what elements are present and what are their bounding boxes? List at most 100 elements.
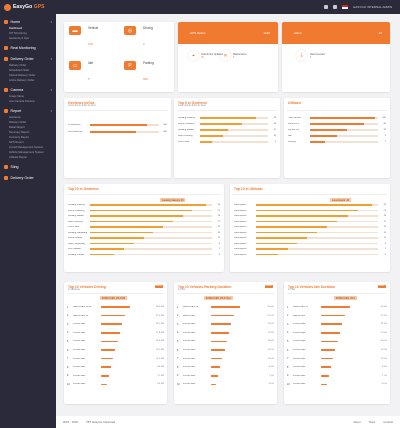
sidebar-section-label: Real Monitoring <box>10 46 36 50</box>
card-subtitle: Lorem ipsum dolor sit amet <box>178 105 206 107</box>
footer-link-team[interactable]: Team <box>369 420 376 424</box>
bar-fill <box>310 141 325 143</box>
sidebar-subitem[interactable]: Live Camera Preview <box>0 99 56 104</box>
card-title: Top 10 Vehicles Parking Duration <box>178 285 232 289</box>
sidebar-section-4[interactable]: Report ▾ <box>0 107 56 115</box>
footer-link-contact[interactable]: Contact <box>383 420 393 424</box>
user-menu[interactable]: EASYGO INTERNAL ADMIN <box>353 5 392 9</box>
bar-value: 10 <box>273 135 276 137</box>
footer-link-about[interactable]: About <box>353 420 360 424</box>
bar-track <box>90 248 212 250</box>
sidebar-section-2[interactable]: Delivery Order ▾ <box>0 55 56 63</box>
vehicle-plate: B 9513 KEV <box>73 349 86 351</box>
sidebar-section-6[interactable]: Delivery Order <box>0 174 56 182</box>
notification-icon[interactable] <box>324 5 329 9</box>
stat-value: 500 <box>143 77 149 81</box>
rank-bar <box>321 357 333 360</box>
bar-row: Gudang Cakung 24 <box>68 203 220 207</box>
brand-suffix: GPS <box>33 4 45 10</box>
bar-row: Loremipsum 21 <box>234 209 386 213</box>
chevron-down-icon: ▾ <box>50 20 52 24</box>
rank-value: 19.1 H <box>267 323 274 326</box>
rank-number: 7 <box>287 357 289 361</box>
sidebar-section-0[interactable]: Home ▾ <box>0 18 56 26</box>
rank-value: 25.4 KM <box>155 306 164 308</box>
bar-value: 13 <box>217 231 220 234</box>
bar-value: 15 <box>217 226 220 228</box>
rank-bar <box>321 332 340 334</box>
gps-item-label: Vehicle Not Updated <box>201 53 223 56</box>
vehicle-plate: B 9513 KEV <box>293 323 306 326</box>
vehicle-plate: B 9513 KEV <box>73 374 86 377</box>
card-title: Top 10 in Utilisasi <box>234 187 263 191</box>
rank-bar <box>101 340 118 343</box>
bar-row: Gudang Cikupa 5 <box>68 253 220 257</box>
bar-label: Loremipsum <box>234 242 247 245</box>
rank-bar <box>211 332 229 334</box>
sidebar-subitem[interactable]: Utilisasi Report <box>0 155 56 160</box>
rank-bar <box>211 314 235 317</box>
period-dropdown[interactable]: Month <box>377 285 386 288</box>
bar-row: Loremipsum 15 <box>234 225 386 229</box>
bar-fill <box>90 231 154 234</box>
rank-value: 13.2 H <box>380 349 387 351</box>
sidebar-section-1[interactable]: Real Monitoring <box>0 44 56 52</box>
gps-item-value: 5 <box>233 56 235 59</box>
rank-number: 6 <box>177 348 179 352</box>
bar-value: 2 <box>384 141 386 143</box>
alarm-value: 25 <box>378 31 382 35</box>
bar-track <box>310 135 378 137</box>
rank-value: 13.2 H <box>267 349 274 351</box>
rank-value: 19.1 KM <box>155 323 164 326</box>
bar-label: Gudang Karawang <box>68 231 88 234</box>
ranked-row: 9 B 9513 KEV 7.1 H <box>287 373 387 379</box>
ranked-row: 5 B 9513 KEV 15.0 H <box>177 338 274 344</box>
period-dropdown[interactable]: Month <box>264 285 273 288</box>
bar-track <box>256 215 378 217</box>
topbar: EasyGo GPS EASYGO INTERNAL ADMIN <box>0 0 400 14</box>
gps-item-2: Maintenance 5 <box>233 53 247 59</box>
sidebar-subitem[interactable]: Geofence & Ops <box>0 36 56 41</box>
rank-bar <box>321 383 327 386</box>
vehicle-plate: B 9513 KEV <box>183 340 196 343</box>
brand-logo[interactable]: EasyGo GPS <box>0 0 56 14</box>
rank-number: 3 <box>287 322 289 326</box>
ranked-row: 9 B 9513 KEV 7.1 H <box>177 373 274 379</box>
sidebar-section-5[interactable]: Sling <box>0 163 56 171</box>
rank-bar <box>101 349 116 351</box>
rank-number: 7 <box>177 357 179 361</box>
bar-fill <box>256 231 317 234</box>
top10-idle-card: Top 10 Vehicles Idle Duration in Hour Mo… <box>284 282 390 404</box>
stat-label: Vehicle <box>88 26 99 30</box>
ranked-row: 5 B 9513 KEV 15.0 H <box>287 338 387 344</box>
bar-label: Loremipsum <box>234 248 247 250</box>
rank-number: 5 <box>287 339 289 343</box>
rank-bar <box>211 383 217 386</box>
period-dropdown[interactable]: Month <box>154 285 163 288</box>
bar-track <box>256 204 378 206</box>
chevron-down-icon: ▾ <box>50 88 52 92</box>
message-icon[interactable] <box>333 5 338 9</box>
sidebar-section-icon <box>4 57 8 61</box>
bar-row: Vehicle On 80 <box>288 122 386 126</box>
stat-value: 5 <box>88 77 90 81</box>
sidebar-section-3[interactable]: Camera ▾ <box>0 86 56 94</box>
card-subtitle: in Kilometer <box>68 289 81 291</box>
sidebar-section-label: Delivery Order <box>10 57 34 61</box>
bar-value: 5 <box>384 135 386 137</box>
bar-label: Pool Selatan <box>68 248 82 250</box>
bar-value: 80 <box>383 123 386 125</box>
bar-value: 9 <box>384 242 386 245</box>
language-flag-icon[interactable] <box>342 5 349 9</box>
stats-card: ▬ Vehicle 100 ◎ Driving 2 ▭ Idle 5 P Parking 500 <box>64 22 174 92</box>
bar-fill <box>256 215 348 217</box>
ranked-row: 8 B 9513 KEV 9.4 H <box>287 364 387 370</box>
bar-row: Parking 2 <box>288 140 386 144</box>
bar-track <box>256 237 378 239</box>
bar-value: 15 <box>383 226 386 228</box>
stat-vehicle: ▬ Vehicle 100 <box>64 22 119 57</box>
rank-number: 4 <box>177 331 179 335</box>
bar-track <box>90 237 212 239</box>
sidebar-subitem[interactable]: Active Delivery Order <box>0 78 56 83</box>
stat-value: 100 <box>88 42 94 46</box>
